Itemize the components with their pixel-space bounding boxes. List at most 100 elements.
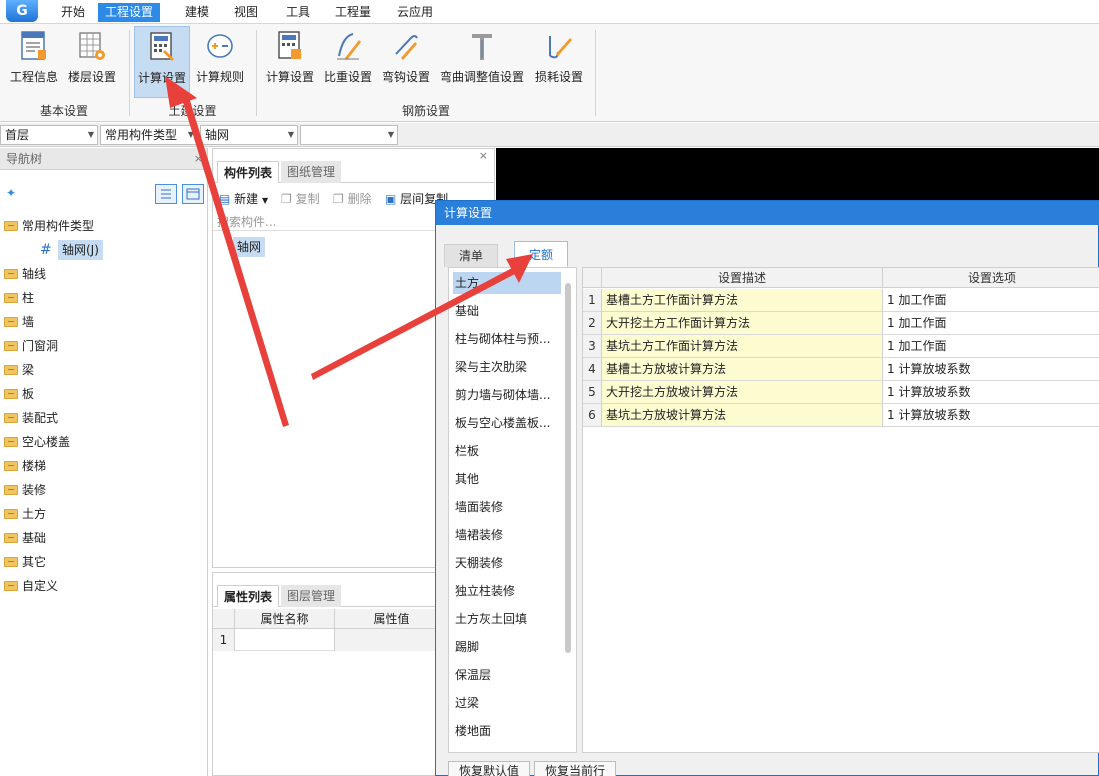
tree-item-hollow-floor[interactable]: 空心楼盖 [0,430,207,454]
tree-item-axis-grid[interactable]: # 轴网(J) [0,238,207,262]
category-item[interactable]: 栏板 [453,440,561,462]
tree-item-custom[interactable]: 自定义 [0,574,207,598]
tree-item-beam[interactable]: 梁 [0,358,207,382]
column-header-description: 设置描述 [602,268,883,288]
tab-component-list[interactable]: 构件列表 [217,161,280,183]
category-item[interactable]: 基础 [453,300,561,322]
table-row[interactable]: 3 基坑土方工作面计算方法 1 加工作面 [583,335,1099,358]
tree-item-earthwork[interactable]: 土方 [0,502,207,526]
tree-item-foundation[interactable]: 基础 [0,526,207,550]
detail-view-icon[interactable] [182,184,204,204]
description-cell: 基坑土方工作面计算方法 [602,335,883,358]
category-item[interactable]: 天棚装修 [453,552,561,574]
table-row[interactable]: 2 大开挖土方工作面计算方法 1 加工作面 [583,312,1099,335]
category-item[interactable]: 板与空心楼盖板... [453,412,561,434]
list-view-icon[interactable] [155,184,177,204]
folder-icon [4,341,18,351]
new-button[interactable]: ▤ 新建 ▼ [219,190,268,208]
specific-gravity-label: 比重设置 [323,70,372,84]
tree-item-axis-line[interactable]: 轴线 [0,262,207,286]
category-item[interactable]: 保温层 [453,664,561,686]
component-type-value: 常用构件类型 [105,128,178,142]
option-cell[interactable]: 1 计算放坡系数 [883,404,1099,427]
row-number: 5 [583,381,602,404]
civil-calc-settings-button[interactable]: 计算设置 [134,26,190,98]
menu-modeling[interactable]: 建模 [178,3,216,22]
category-item[interactable]: 独立柱装修 [453,580,561,602]
copy-button[interactable]: ❐ 复制 [281,190,320,208]
floor-select[interactable]: 首层 ▼ [0,125,98,145]
category-item[interactable]: 墙面装修 [453,496,561,518]
tree-item-column[interactable]: 柱 [0,286,207,310]
delete-button[interactable]: ❐ 删除 [333,190,372,208]
sparkle-icon[interactable]: ✦ [6,186,16,200]
tree-item-common-types[interactable]: 常用构件类型 [0,214,207,238]
category-item[interactable]: 剪力墙与砌体墙... [453,384,561,406]
tab-quota[interactable]: 定额 [514,241,569,267]
restore-current-row-button[interactable]: 恢复当前行 [534,761,617,776]
component-select[interactable]: 轴网 ▼ [200,125,298,145]
option-cell[interactable]: 1 计算放坡系数 [883,381,1099,404]
category-item[interactable]: 土方灰土回填 [453,608,561,630]
category-item[interactable]: 其他 [453,468,561,490]
tree-item-label: 装配式 [22,411,59,425]
category-item-earthwork[interactable]: 土方 [453,272,561,294]
restore-default-button[interactable]: 恢复默认值 [448,761,531,776]
tab-property-list[interactable]: 属性列表 [217,585,280,607]
property-value-cell[interactable] [335,629,449,651]
table-row[interactable]: 5 大开挖土方放坡计算方法 1 计算放坡系数 [583,381,1099,404]
tree-item-stairs[interactable]: 楼梯 [0,454,207,478]
tree-item-prefab[interactable]: 装配式 [0,406,207,430]
menu-quantity[interactable]: 工程量 [328,3,378,22]
category-item[interactable]: 柱与砌体柱与预... [453,328,561,350]
calc-rules-button[interactable]: 计算规则 [192,26,248,96]
option-cell[interactable]: 1 计算放坡系数 [883,358,1099,381]
tree-item-label: 柱 [22,291,35,305]
drawing-canvas[interactable] [496,148,1099,200]
option-cell[interactable]: 1 加工作面 [883,289,1099,312]
bend-adjust-settings-button[interactable]: 弯曲调整值设置 [436,26,528,96]
tree-item-door-window[interactable]: 门窗洞 [0,334,207,358]
floor-settings-button[interactable]: 楼层设置 [64,26,120,96]
tab-bill[interactable]: 清单 [444,244,499,267]
menu-cloud[interactable]: 云应用 [390,3,440,22]
app-logo[interactable]: G [6,0,38,22]
tab-layer-management[interactable]: 图层管理 [281,585,342,607]
table-row[interactable]: 1 基槽土方工作面计算方法 1 加工作面 [583,289,1099,312]
tab-drawing-management[interactable]: 图纸管理 [281,161,342,183]
menu-start[interactable]: 开始 [54,3,92,22]
table-row[interactable]: 4 基槽土方放坡计算方法 1 计算放坡系数 [583,358,1099,381]
tree-item-other[interactable]: 其它 [0,550,207,574]
new-label: 新建 [234,192,259,206]
menu-tools[interactable]: 工具 [279,3,317,22]
row-number: 3 [583,335,602,358]
list-item[interactable]: 轴网 [233,237,266,257]
list-scrollbar[interactable] [565,283,571,653]
table-row[interactable]: 6 基坑土方放坡计算方法 1 计算放坡系数 [583,404,1099,427]
rebar-calc-settings-label: 计算设置 [265,70,314,84]
tree-item-decoration[interactable]: 装修 [0,478,207,502]
tree-item-slab[interactable]: 板 [0,382,207,406]
category-item[interactable]: 梁与主次肋梁 [453,356,561,378]
close-icon[interactable]: × [194,148,203,170]
hook-icon [395,35,418,60]
category-item[interactable]: 过梁 [453,692,561,714]
rebar-calc-settings-button[interactable]: 计算设置 [262,26,318,96]
option-cell[interactable]: 1 加工作面 [883,335,1099,358]
category-item[interactable]: 踢脚 [453,636,561,658]
category-item[interactable]: 楼地面 [453,720,561,742]
component-type-select[interactable]: 常用构件类型 ▼ [100,125,198,145]
hook-settings-button[interactable]: 弯钩设置 [378,26,434,96]
category-item[interactable]: 墙裙装修 [453,524,561,546]
property-name-cell[interactable] [235,629,335,651]
specific-gravity-button[interactable]: 比重设置 [320,26,376,96]
project-info-button[interactable]: 工程信息 [6,26,62,96]
menu-project-settings[interactable]: 工程设置 [98,3,161,22]
dialog-tabbar: 清单 定额 [444,241,1094,267]
menu-view[interactable]: 视图 [227,3,265,22]
empty-select[interactable]: ▼ [300,125,398,145]
loss-settings-button[interactable]: 损耗设置 [530,26,588,96]
tree-item-wall[interactable]: 墙 [0,310,207,334]
option-cell[interactable]: 1 加工作面 [883,312,1099,335]
project-info-label: 工程信息 [9,70,58,84]
